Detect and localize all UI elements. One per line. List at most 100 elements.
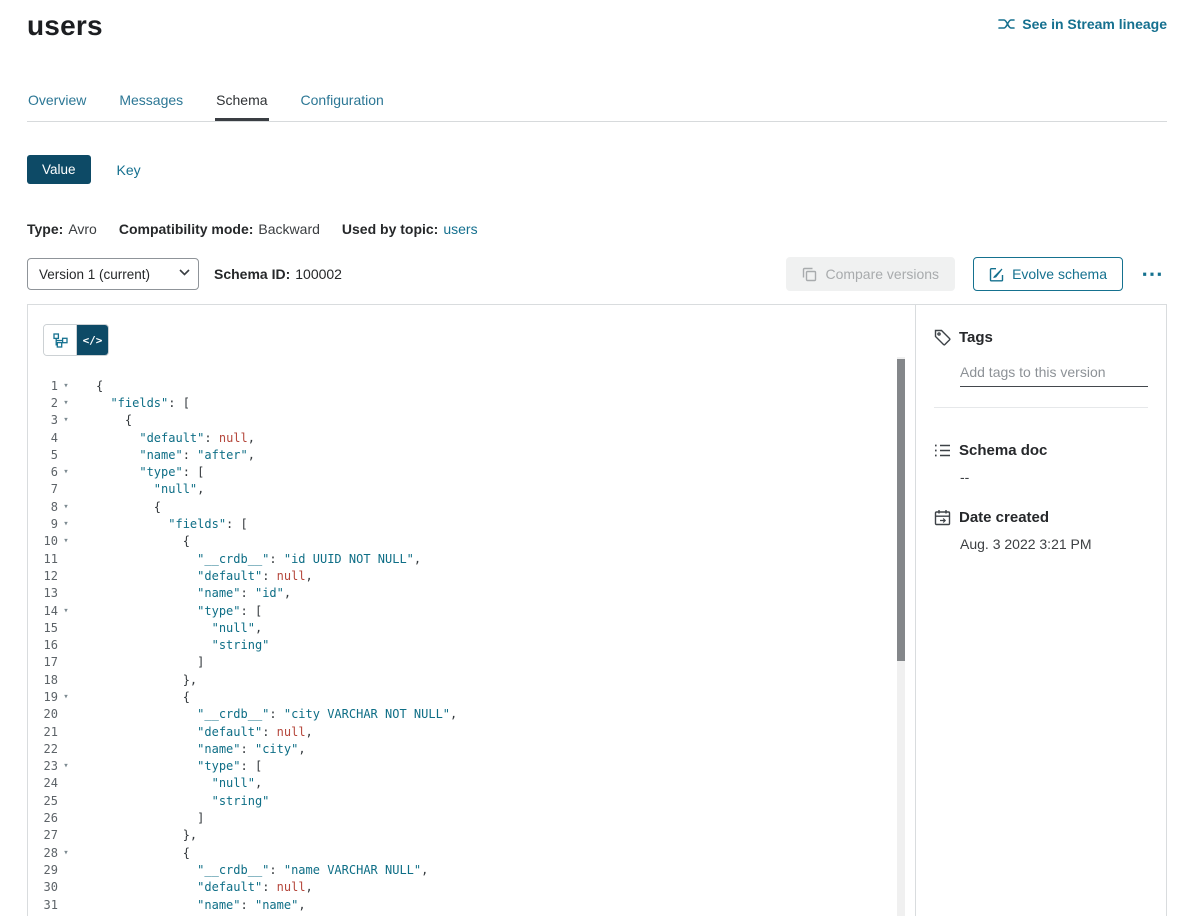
code-line: 7 "null", <box>28 481 915 498</box>
line-number: 1 <box>28 379 58 393</box>
code-text: "string" <box>74 794 269 808</box>
code-line: 30 "default": null, <box>28 879 915 896</box>
calendar-icon <box>934 509 951 526</box>
version-select[interactable]: Version 1 (current) <box>27 258 199 290</box>
code-text: "default": null, <box>74 431 255 445</box>
code-line: 12 "default": null, <box>28 567 915 584</box>
code-line: 18 }, <box>28 671 915 688</box>
compare-versions-icon <box>802 267 817 282</box>
code-line: 1▾{ <box>28 377 915 394</box>
fold-arrow-icon[interactable]: ▾ <box>58 536 74 546</box>
code-view-button[interactable]: </> <box>76 325 108 355</box>
tags-input[interactable] <box>960 364 1148 387</box>
tab-schema[interactable]: Schema <box>215 92 268 121</box>
evolve-schema-button[interactable]: Evolve schema <box>973 257 1123 291</box>
tab-overview[interactable]: Overview <box>27 92 87 121</box>
line-number: 26 <box>28 811 58 825</box>
code-line: 8▾ { <box>28 498 915 515</box>
schema-panel: </> 1▾{2▾ "fields": [3▾ {4 "default": nu… <box>27 304 1167 916</box>
code-line: 14▾ "type": [ <box>28 602 915 619</box>
version-select-wrap: Version 1 (current) <box>27 258 199 290</box>
tab-configuration[interactable]: Configuration <box>300 92 385 121</box>
fold-arrow-icon[interactable]: ▾ <box>58 606 74 616</box>
code-text: "fields": [ <box>74 517 248 531</box>
code-text: "name": "city", <box>74 742 306 756</box>
code-text: "__crdb__": "id UUID NOT NULL", <box>74 552 421 566</box>
key-toggle-link[interactable]: Key <box>117 162 141 178</box>
code-line: 4 "default": null, <box>28 429 915 446</box>
more-options-button[interactable]: ⋯ <box>1137 264 1167 284</box>
meta-value: Backward <box>258 221 319 237</box>
sidebar-divider <box>934 407 1148 408</box>
code-line: 5 "name": "after", <box>28 446 915 463</box>
fold-arrow-icon[interactable]: ▾ <box>58 467 74 477</box>
code-text: "type": [ <box>74 604 262 618</box>
fold-arrow-icon[interactable]: ▾ <box>58 519 74 529</box>
code-line: 17 ] <box>28 654 915 671</box>
code-line: 25 "string" <box>28 792 915 809</box>
meta-value: Avro <box>68 221 97 237</box>
line-number: 2 <box>28 396 58 410</box>
line-number: 24 <box>28 776 58 790</box>
code-line: 22 "name": "city", <box>28 740 915 757</box>
meta-label: Type: <box>27 221 63 237</box>
code-line: 10▾ { <box>28 533 915 550</box>
schema-id: Schema ID: 100002 <box>214 266 342 282</box>
fold-arrow-icon[interactable]: ▾ <box>58 398 74 408</box>
controls-row: Version 1 (current) Schema ID: 100002 Co… <box>27 257 1167 291</box>
compare-versions-button[interactable]: Compare versions <box>786 257 955 291</box>
code-text: ] <box>74 655 204 669</box>
schema-doc-value: -- <box>960 469 1148 485</box>
code-line: 13 "name": "id", <box>28 585 915 602</box>
code-line: 28▾ { <box>28 844 915 861</box>
schema-part-toggle: Value Key <box>27 155 1189 184</box>
editor-scrollbar[interactable] <box>897 357 905 916</box>
line-number: 6 <box>28 465 58 479</box>
date-created-section: Date created Aug. 3 2022 3:21 PM <box>934 509 1148 552</box>
evolve-schema-label: Evolve schema <box>1012 266 1107 282</box>
code-text: }, <box>74 673 197 687</box>
code-text: "null", <box>74 621 262 635</box>
fold-arrow-icon[interactable]: ▾ <box>58 761 74 771</box>
compare-versions-label: Compare versions <box>825 266 939 282</box>
editor-view-toggle: </> <box>43 324 109 356</box>
meta-item: Compatibility mode:Backward <box>119 221 320 237</box>
code-text: "null", <box>74 482 204 496</box>
code-lines: 1▾{2▾ "fields": [3▾ {4 "default": null,5… <box>28 377 915 916</box>
meta-item: Used by topic:users <box>342 221 478 237</box>
fold-arrow-icon[interactable]: ▾ <box>58 502 74 512</box>
page-title: users <box>27 8 103 44</box>
stream-lineage-link[interactable]: See in Stream lineage <box>998 16 1167 32</box>
meta-value-link[interactable]: users <box>443 221 477 237</box>
line-number: 30 <box>28 880 58 894</box>
schema-id-value: 100002 <box>295 266 342 282</box>
value-toggle-button[interactable]: Value <box>27 155 91 184</box>
code-text: "string" <box>74 638 269 652</box>
evolve-schema-icon <box>989 267 1004 282</box>
code-text: { <box>74 690 190 704</box>
line-number: 22 <box>28 742 58 756</box>
code-line: 3▾ { <box>28 412 915 429</box>
code-text: { <box>74 379 103 393</box>
fold-arrow-icon[interactable]: ▾ <box>58 415 74 425</box>
line-number: 17 <box>28 655 58 669</box>
date-created-value: Aug. 3 2022 3:21 PM <box>960 536 1148 552</box>
line-number: 16 <box>28 638 58 652</box>
scrollbar-thumb[interactable] <box>897 359 905 661</box>
schema-id-label: Schema ID: <box>214 266 290 282</box>
fold-arrow-icon[interactable]: ▾ <box>58 381 74 391</box>
line-number: 18 <box>28 673 58 687</box>
line-number: 31 <box>28 898 58 912</box>
code-line: 29 "__crdb__": "name VARCHAR NULL", <box>28 861 915 878</box>
line-number: 5 <box>28 448 58 462</box>
code-view-icon: </> <box>83 334 103 347</box>
code-line: 24 "null", <box>28 775 915 792</box>
code-line: 11 "__crdb__": "id UUID NOT NULL", <box>28 550 915 567</box>
code-line: 19▾ { <box>28 688 915 705</box>
code-line: 26 ] <box>28 809 915 826</box>
fold-arrow-icon[interactable]: ▾ <box>58 848 74 858</box>
fold-arrow-icon[interactable]: ▾ <box>58 692 74 702</box>
tree-view-button[interactable] <box>44 325 76 355</box>
code-text: "name": "id", <box>74 586 291 600</box>
tab-messages[interactable]: Messages <box>118 92 184 121</box>
